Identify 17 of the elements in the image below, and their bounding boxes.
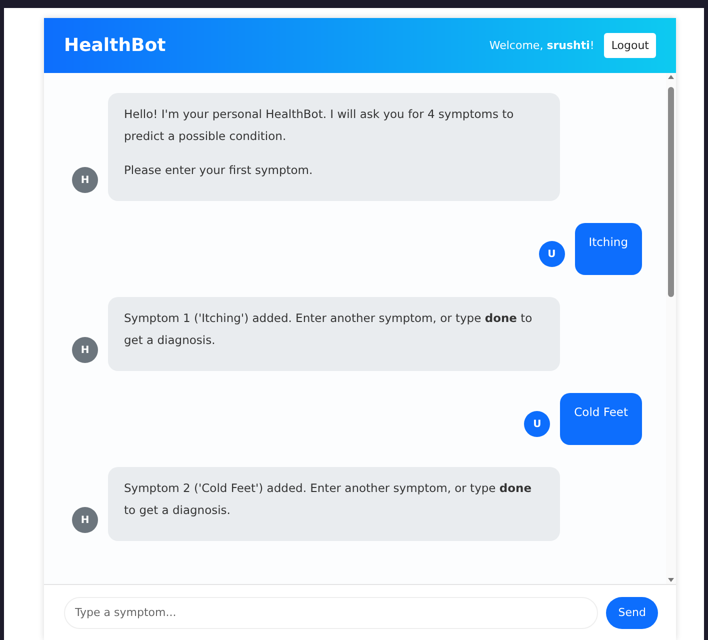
user-avatar: U [524,411,550,437]
message-text: Itching [588,234,628,251]
send-button[interactable]: Send [606,596,658,628]
scrollbar[interactable] [666,73,676,584]
logout-button[interactable]: Logout [604,33,656,58]
message-text: Hello! I'm your personal HealthBot. I will ask you for 4 symptoms to predict a possible condition. [124,106,515,145]
bot-avatar: H [72,337,98,363]
message-text: Cold Feet [574,404,628,421]
user-avatar: U [538,241,565,267]
symptom-input-field[interactable]: Type a symptom... [64,596,598,628]
bot-avatar: H [72,167,98,193]
message-text: Symptom 1 ('Itching') added. Enter another symptom, or type done to get a diagnosis. [124,310,534,349]
app-title: HealthBot [64,35,166,56]
message-text: Symptom 2 ('Cold Feet') added. Enter another symptom, or type done to get a diagnosis. [124,480,533,519]
welcome-text: Welcome, srushti! [489,39,594,52]
message-text: Please enter your first symptom. [124,162,314,179]
bot-avatar: H [72,507,98,533]
